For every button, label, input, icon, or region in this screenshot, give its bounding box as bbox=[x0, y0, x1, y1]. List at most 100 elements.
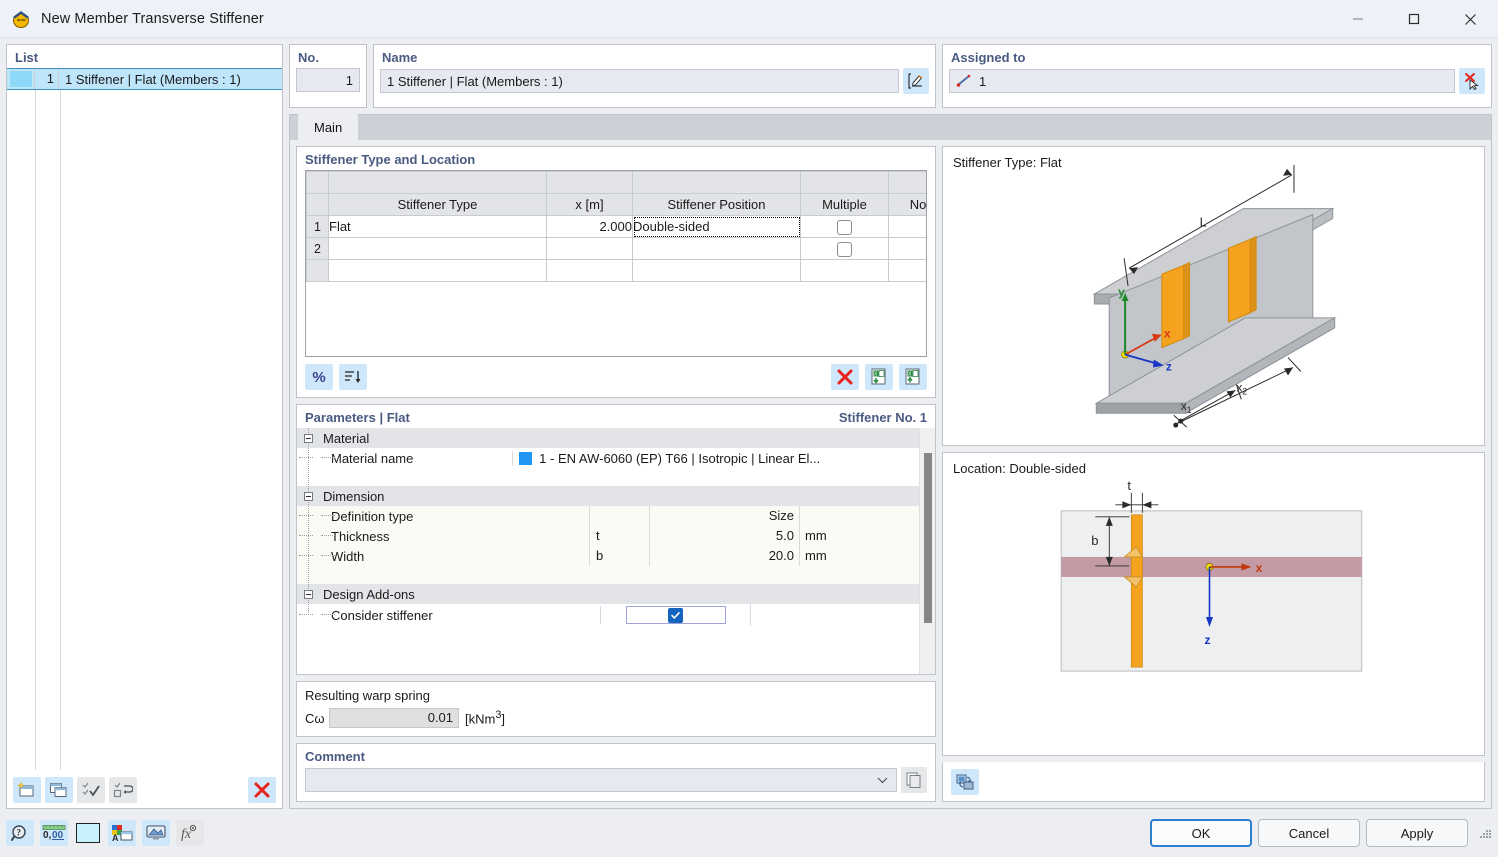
param-material-value[interactable]: 1 - EN AW-6060 (EP) T66 | Isotropic | Li… bbox=[512, 450, 919, 466]
param-value[interactable]: Size bbox=[649, 506, 799, 526]
param-row-width[interactable]: Width b 20.0 mm bbox=[297, 546, 919, 566]
cell-stiffener-type[interactable]: Flat bbox=[328, 215, 547, 238]
edit-name-button[interactable] bbox=[903, 68, 929, 94]
stiffener-type-graphic[interactable]: Stiffener Type: Flat L y x z x1 x2 bbox=[942, 146, 1485, 446]
cancel-button[interactable]: Cancel bbox=[1258, 819, 1360, 847]
export-excel-button[interactable]: X bbox=[899, 364, 927, 390]
stiffener-type-graphic-title: Stiffener Type: Flat bbox=[953, 155, 1062, 170]
import-excel-button[interactable]: X bbox=[865, 364, 893, 390]
cell-note[interactable] bbox=[888, 215, 926, 238]
column-header-note[interactable]: Note bbox=[888, 193, 926, 216]
display-properties-button[interactable]: A bbox=[108, 820, 136, 846]
delete-rows-button[interactable] bbox=[831, 364, 859, 390]
param-unit bbox=[799, 506, 919, 526]
list-title: List bbox=[15, 50, 39, 65]
no-field-group: No. 1 bbox=[289, 44, 367, 108]
ok-button[interactable]: OK bbox=[1150, 819, 1252, 847]
comment-input[interactable] bbox=[305, 768, 897, 792]
param-row-material-name[interactable]: Material name 1 - EN AW-6060 (EP) T66 | … bbox=[297, 448, 919, 468]
scrollbar-thumb[interactable] bbox=[924, 453, 932, 623]
column-header-stiffener-position[interactable]: Stiffener Position bbox=[632, 193, 801, 216]
multiple-checkbox[interactable] bbox=[837, 219, 852, 235]
warp-spring-group: Resulting warp spring Cω 0.01 [kNm3] bbox=[296, 681, 936, 737]
param-row-consider-stiffener[interactable]: Consider stiffener bbox=[297, 604, 919, 626]
minimize-button[interactable] bbox=[1330, 0, 1386, 38]
cell-stiffener-type[interactable] bbox=[328, 237, 547, 260]
cell-note[interactable] bbox=[888, 237, 926, 260]
select-all-button[interactable] bbox=[77, 776, 105, 803]
row-number: 1 bbox=[306, 215, 329, 238]
multiple-checkbox[interactable] bbox=[837, 241, 852, 257]
color-button[interactable] bbox=[74, 820, 102, 846]
column-header-x[interactable]: x [m] bbox=[546, 193, 633, 216]
param-symbol: t bbox=[589, 526, 649, 546]
label-L: L bbox=[1200, 214, 1207, 229]
comment-title: Comment bbox=[305, 749, 365, 764]
status-bar: ? 0, 00 A fx OK Cancel Apply bbox=[0, 809, 1498, 857]
units-button[interactable]: 0, 00 bbox=[40, 820, 68, 846]
copy-item-button[interactable] bbox=[45, 776, 73, 803]
no-input[interactable]: 1 bbox=[296, 68, 360, 92]
cell-x[interactable] bbox=[546, 237, 633, 260]
param-section-dimension[interactable]: Dimension bbox=[297, 486, 919, 506]
param-spacer bbox=[297, 468, 919, 486]
table-header-strip bbox=[306, 171, 926, 194]
param-symbol bbox=[589, 506, 649, 526]
svg-text:?: ? bbox=[17, 828, 22, 838]
consider-stiffener-checkbox[interactable] bbox=[625, 606, 726, 624]
table-row[interactable]: 2 bbox=[306, 237, 926, 260]
warp-spring-value: 0.01 bbox=[329, 708, 459, 728]
param-row-thickness[interactable]: Thickness t 5.0 mm bbox=[297, 526, 919, 546]
tab-main[interactable]: Main bbox=[298, 114, 359, 140]
column-header-multiple[interactable]: Multiple bbox=[800, 193, 889, 216]
render-mode-button[interactable] bbox=[951, 768, 979, 795]
axis-label-y: y bbox=[1118, 285, 1125, 299]
help-button[interactable]: ? bbox=[6, 820, 34, 846]
parameters-header: Parameters | Flat Stiffener No. 1 bbox=[297, 405, 935, 428]
chevron-down-icon[interactable] bbox=[877, 777, 888, 784]
excel-import-icon: X bbox=[871, 368, 886, 385]
table-row[interactable]: 1 Flat 2.000 Double-sided bbox=[306, 215, 926, 238]
cell-x[interactable]: 2.000 bbox=[546, 215, 633, 238]
location-graphic[interactable]: Location: Double-sided t b x z bbox=[942, 452, 1485, 756]
assigned-to-input[interactable]: 1 bbox=[949, 69, 1455, 93]
left-column: List 1 1 Stiffener | Flat (Members : 1) bbox=[6, 44, 283, 809]
maximize-button[interactable] bbox=[1386, 0, 1442, 38]
list-item[interactable]: 1 1 Stiffener | Flat (Members : 1) bbox=[7, 68, 282, 90]
param-section-label: Material bbox=[323, 430, 370, 446]
sort-descending-icon bbox=[345, 371, 361, 383]
list-column-dividers bbox=[7, 90, 282, 770]
sort-button[interactable] bbox=[339, 364, 367, 390]
checkmark-icon bbox=[668, 607, 684, 623]
comment-templates-button[interactable] bbox=[901, 767, 927, 793]
warp-spring-title: Resulting warp spring bbox=[305, 688, 431, 703]
apply-button[interactable]: Apply bbox=[1366, 819, 1468, 847]
percent-button[interactable]: % bbox=[305, 364, 333, 390]
column-header-stiffener-type[interactable]: Stiffener Type bbox=[328, 193, 547, 216]
beam-3d-drawing: L y x z x1 x2 bbox=[1092, 164, 1337, 428]
invert-selection-button[interactable] bbox=[109, 776, 137, 803]
parameters-scrollbar[interactable] bbox=[919, 428, 935, 674]
formula-button[interactable]: fx bbox=[176, 820, 204, 846]
param-section-design-addons[interactable]: Design Add-ons bbox=[297, 584, 919, 604]
delete-item-button[interactable] bbox=[248, 776, 276, 803]
dialog-window: New Member Transverse Stiffener List 1 1… bbox=[0, 0, 1498, 857]
new-item-button[interactable] bbox=[13, 776, 41, 803]
cell-stiffener-position[interactable] bbox=[632, 237, 801, 260]
stiffener-table-wrap: Stiffener Type x [m] Stiffener Position … bbox=[305, 170, 927, 357]
deselect-button[interactable] bbox=[1459, 68, 1485, 94]
cell-multiple[interactable] bbox=[800, 237, 889, 260]
color-swatch-icon bbox=[76, 823, 100, 843]
cell-stiffener-position[interactable]: Double-sided bbox=[632, 215, 801, 238]
view-button[interactable] bbox=[142, 820, 170, 846]
cell-multiple[interactable] bbox=[800, 215, 889, 238]
param-row-definition-type[interactable]: Definition type Size bbox=[297, 506, 919, 526]
param-value[interactable]: 5.0 bbox=[649, 526, 799, 546]
resize-grip[interactable] bbox=[1478, 826, 1492, 840]
name-input[interactable]: 1 Stiffener | Flat (Members : 1) bbox=[380, 69, 899, 93]
consider-stiffener-cell[interactable] bbox=[600, 606, 750, 624]
param-value[interactable]: 20.0 bbox=[649, 546, 799, 566]
close-button[interactable] bbox=[1442, 0, 1498, 38]
param-section-material[interactable]: Material bbox=[297, 428, 919, 448]
tab-content: Stiffener Type and Location Stiffener Ty… bbox=[289, 140, 1492, 809]
